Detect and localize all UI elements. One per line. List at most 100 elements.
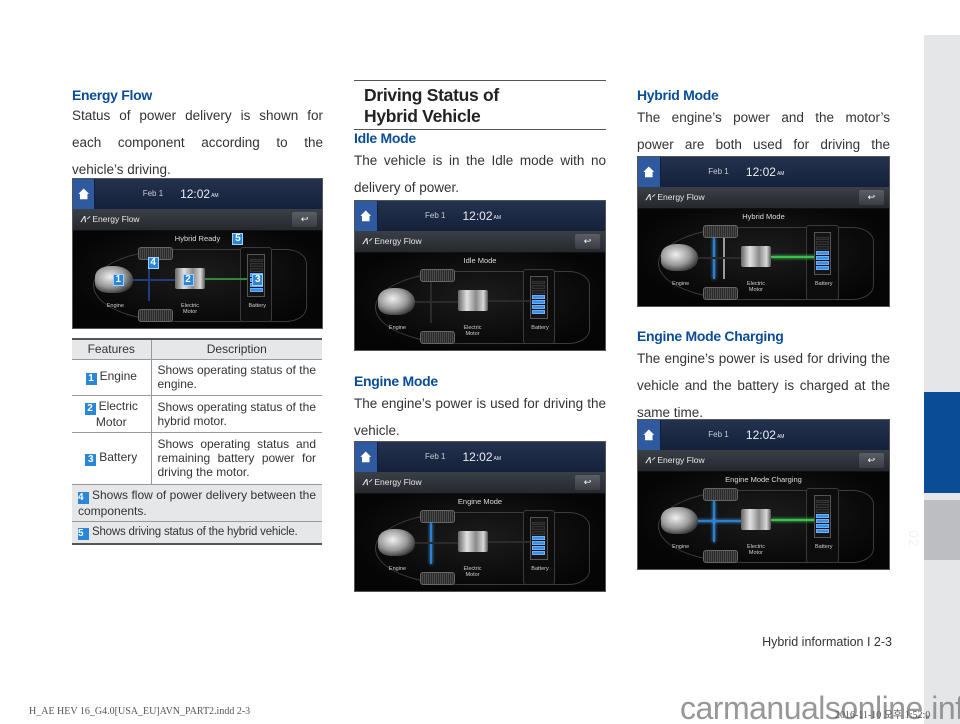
motor-label: Electric Motor — [463, 324, 482, 337]
energy-flow-diagram: Hybrid Ready Engine Electric Motor Batter… — [73, 231, 322, 328]
battery-label: Battery — [248, 302, 266, 309]
home-icon — [643, 166, 655, 178]
full-width-cell: 4 Shows flow of power delivery between th… — [72, 484, 322, 522]
table-row: 1 Engine Shows operating status of the en… — [72, 359, 322, 396]
back-arrow-icon: ↩ — [300, 213, 309, 224]
page-footer: Hybrid information I 2-3 — [762, 635, 892, 649]
table-row: 3 Battery Shows operating status and rema… — [72, 432, 322, 485]
engine-mode-heading: Engine Mode — [354, 373, 438, 389]
rear-wheel-icon — [137, 308, 173, 323]
feature-cell: 2 Electric Motor — [72, 395, 152, 433]
engine-icon — [660, 507, 699, 535]
home-button[interactable] — [638, 420, 661, 450]
energy-flow-screen-engine: Feb 1 12:02 AM ᐱᐟ Energy Flow ↩ Engine Mode… — [354, 441, 606, 592]
engine-icon — [377, 529, 415, 557]
print-info: H_AE HEV 16_G4.0[USA_EU]AVN_PART2.indd 2… — [29, 706, 251, 717]
screen-time: 12:02 AM — [745, 427, 785, 442]
feature-cell: 1 Engine — [72, 359, 152, 396]
feature-cell: 3 Battery — [72, 432, 152, 485]
features-table: Features Description 1 Engine Shows opera… — [72, 338, 322, 545]
driving-status-label: Hybrid Mode — [742, 212, 785, 222]
front-wheel-icon — [703, 224, 739, 239]
screen-date: Feb 1 — [708, 430, 729, 440]
number-badge: 5 — [78, 527, 89, 540]
screen-clock: 12:02 — [180, 186, 211, 201]
electric-motor-icon — [740, 508, 772, 531]
charge-flow-line — [204, 277, 250, 280]
electric-motor-icon — [740, 245, 772, 268]
energy-flow-diagram: Engine Mode Engine Electric Motor Battery — [355, 494, 605, 591]
driving-status-label: Engine Mode — [457, 497, 503, 507]
battery-icon — [813, 495, 832, 538]
back-button[interactable]: ↩ — [292, 211, 318, 227]
battery-flow-line — [771, 255, 817, 258]
back-arrow-icon: ↩ — [867, 191, 876, 202]
energy-flow-screen-hybrid-ready: Feb 1 12:02 AM ᐱᐟ Energy Flow ↩ Hybrid Rea… — [72, 178, 323, 329]
description-cell: Shows operating status of the engine. — [151, 359, 322, 396]
front-wheel-icon — [420, 509, 455, 524]
back-button[interactable]: ↩ — [575, 233, 600, 249]
screen-bar-title: Energy Flow — [92, 214, 140, 225]
print-date: 2016-11-10 오후 1:52:0 — [835, 710, 931, 721]
energy-flow-icon: ᐱᐟ — [645, 192, 655, 202]
driving-status-label: Engine Mode Charging — [725, 475, 802, 485]
callout-badge-2: 2 — [182, 273, 194, 286]
screen-time: 12:02 AM — [180, 179, 219, 209]
energy-flow-screen-idle: Feb 1 12:02 AM ᐱᐟ Energy Flow ↩ Idle Mode E… — [354, 200, 606, 351]
home-button[interactable] — [355, 442, 378, 472]
front-wheel-icon — [703, 487, 739, 502]
engine-mode-charging-heading: Engine Mode Charging — [637, 328, 784, 344]
number-badge: 3 — [85, 454, 97, 466]
front-wheel-icon — [420, 268, 455, 283]
screen-bar-title: Energy Flow — [657, 192, 705, 203]
side-tab-upper — [924, 35, 960, 392]
home-icon — [360, 451, 372, 463]
battery-label: Battery — [531, 565, 549, 572]
callout-badge-5: 5 — [232, 233, 244, 246]
rear-wheel-icon — [420, 571, 455, 586]
battery-label: Battery — [531, 324, 549, 331]
home-icon — [360, 210, 372, 222]
motor-label: Electric Motor — [463, 565, 482, 578]
description-cell: Shows operating status of the hybrid mot… — [151, 395, 322, 433]
power-flow-line — [127, 278, 178, 281]
screen-title-bar: ᐱᐟ Energy Flow ↩ — [73, 208, 322, 232]
driving-status-label: Hybrid Ready — [174, 234, 221, 244]
home-button[interactable] — [638, 157, 661, 187]
engine-label: Engine — [672, 543, 690, 550]
rear-wheel-icon — [703, 549, 739, 564]
screen-time: 12:02 AM — [462, 449, 502, 464]
rear-wheel-icon — [420, 330, 455, 345]
energy-flow-icon: ᐱᐟ — [362, 236, 372, 246]
energy-flow-diagram: Hybrid Mode Engine Electric Motor Battery — [638, 209, 889, 306]
side-tab-active — [924, 392, 960, 493]
engine-icon — [377, 288, 415, 316]
energy-flow-paragraph: Status of power delivery is shown for ea… — [72, 108, 323, 177]
rear-wheel-icon — [703, 286, 739, 301]
engine-label: Engine — [106, 302, 124, 309]
callout-badge-3: 3 — [252, 273, 264, 286]
number-badge: 4 — [78, 491, 89, 504]
features-header: Features — [72, 338, 152, 360]
home-icon — [78, 188, 90, 200]
back-button[interactable]: ↩ — [858, 452, 884, 468]
table-header-row: Features Description — [72, 338, 322, 360]
energy-flow-screen-hybrid: Feb 1 12:02 AM ᐱᐟ Energy Flow ↩ Hybrid Mode… — [637, 156, 890, 307]
back-button[interactable]: ↩ — [858, 189, 884, 205]
home-button[interactable] — [73, 179, 96, 209]
full-width-cell: 5 Shows driving status of the hybrid vehi… — [72, 521, 322, 545]
motor-label: Electric Motor — [746, 543, 765, 556]
battery-icon — [530, 276, 548, 319]
motor-label: Electric Motor — [181, 302, 200, 315]
chapter-number: 02 — [906, 530, 922, 548]
idle-mode-heading: Idle Mode — [354, 130, 416, 146]
screen-ampm: AM — [211, 192, 219, 199]
screen-date: Feb 1 — [142, 189, 164, 199]
energy-flow-diagram: Idle Mode Engine Electric Motor Battery — [355, 253, 605, 350]
screen-date: Feb 1 — [708, 167, 729, 177]
home-button[interactable] — [355, 201, 378, 231]
screen-time: 12:02 AM — [462, 208, 502, 223]
table-row: 4 Shows flow of power delivery between th… — [72, 484, 322, 522]
screen-date: Feb 1 — [425, 211, 446, 221]
back-button[interactable]: ↩ — [575, 474, 600, 490]
